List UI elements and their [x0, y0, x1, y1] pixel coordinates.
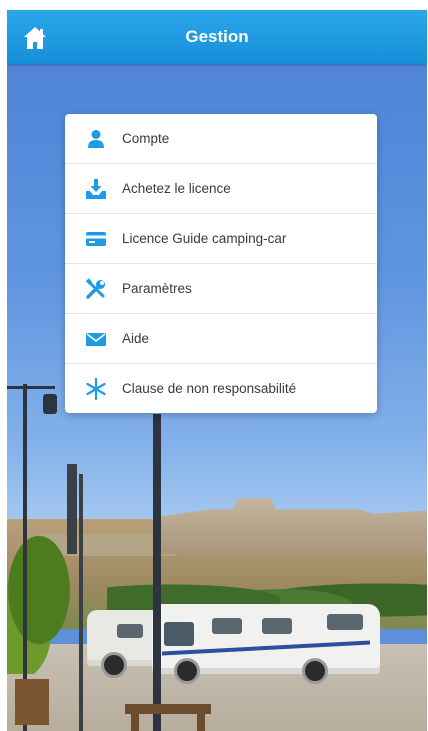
menu-item-settings[interactable]: Paramètres	[65, 264, 377, 314]
menu-item-label: Aide	[122, 331, 150, 346]
asterisk-icon	[85, 377, 107, 400]
user-icon	[85, 128, 107, 150]
menu-item-label: Paramètres	[122, 281, 192, 296]
page-title: Gestion	[185, 27, 249, 46]
card-icon	[85, 228, 107, 250]
app-header: Gestion	[7, 10, 427, 64]
download-tray-icon	[85, 178, 107, 200]
menu-item-label: Clause de non responsabilité	[122, 381, 297, 396]
envelope-icon	[85, 328, 107, 350]
menu-item-label: Achetez le licence	[122, 181, 231, 196]
settings-menu: Compte Achetez le licence Licence Guide …	[65, 114, 377, 413]
menu-item-label: Licence Guide camping-car	[122, 231, 287, 246]
menu-item-disclaimer[interactable]: Clause de non responsabilité	[65, 364, 377, 413]
menu-item-account[interactable]: Compte	[65, 114, 377, 164]
tools-icon	[85, 277, 107, 300]
menu-item-label: Compte	[122, 131, 170, 146]
menu-item-license-guide[interactable]: Licence Guide camping-car	[65, 214, 377, 264]
menu-item-buy-license[interactable]: Achetez le licence	[65, 164, 377, 214]
menu-item-help[interactable]: Aide	[65, 314, 377, 364]
app-frame: Gestion Compte Achetez le licence Licenc…	[7, 10, 427, 731]
